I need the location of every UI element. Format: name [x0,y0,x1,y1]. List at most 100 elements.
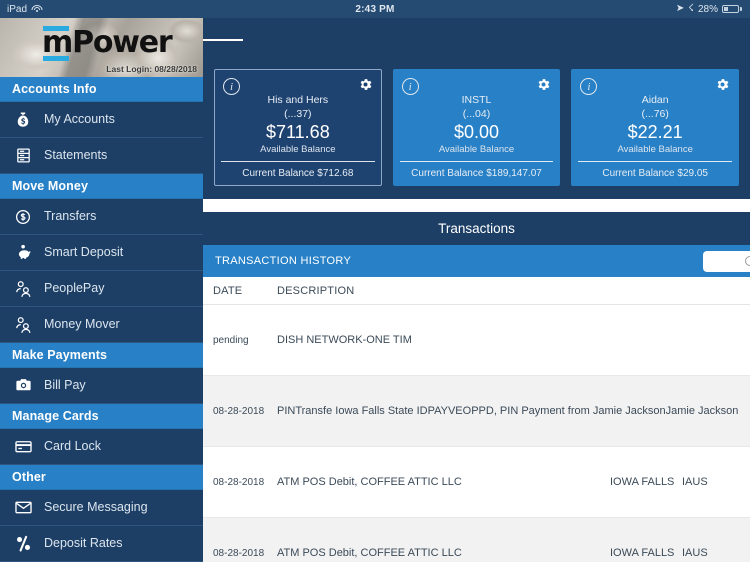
dollar-circle-arrows-icon [12,206,34,228]
account-card-instl[interactable]: i INSTL (...04) $0.00 Available Balance … [392,69,561,186]
sidebar-item-secure-messaging[interactable]: Secure Messaging [0,490,203,526]
sidebar-section-other: Other [0,465,203,490]
transaction-city: IOWA FALLS [610,476,675,488]
battery-percent-label: 28% [697,3,718,15]
account-mask: (...37) [284,108,312,120]
transaction-date: pending [213,334,249,346]
search-icon [744,256,750,267]
brand-header: m Power Last Login: 08/28/2018 [0,18,203,77]
app-root: iPad 2:43 PM ➤ ☇ 28% m Power Last Login: … [0,0,750,562]
device-label: iPad [7,3,28,15]
sidebar-item-deposit-rates[interactable]: Deposit Rates [0,526,203,562]
table-row[interactable]: 08-28-2018 PINTransfe Iowa Falls State I… [203,376,750,447]
logo-m-mark: m [42,26,73,61]
gear-icon[interactable] [358,77,373,97]
wifi-icon [31,4,43,14]
app-top-bar [203,18,750,61]
last-login-text: Last Login: 08/28/2018 [106,64,197,74]
gear-icon[interactable] [715,77,730,97]
battery-icon [722,5,742,13]
envelope-icon [12,497,34,519]
table-row[interactable]: 08-28-2018 ATM POS Debit, COFFEE ATTIC L… [203,518,750,562]
card-divider [399,161,554,162]
statement-document-icon [12,145,34,167]
two-people-icon [12,314,34,336]
card-divider [578,161,733,162]
bluetooth-icon: ☇ [688,3,694,14]
available-amount: $22.21 [627,122,683,142]
sidebar-item-label: Deposit Rates [44,536,123,551]
transaction-cells: PINTransfe Iowa Falls State IDPAYVEOPPD,… [277,405,750,417]
account-name: Aidan [641,94,669,106]
available-balance-label: Available Balance [617,144,693,155]
sidebar-item-label: Bill Pay [44,378,86,393]
logo-suffix: Power [72,25,173,60]
transaction-date: 08-28-2018 [213,405,265,417]
transaction-date: 08-28-2018 [213,547,265,559]
main-content: i His and Hers (...37) $711.68 Available… [203,18,750,562]
sidebar-item-label: My Accounts [44,112,115,127]
sidebar-item-money-mover[interactable]: Money Mover [0,307,203,343]
piggy-bank-icon [12,242,34,264]
current-balance-text: Current Balance $29.05 [602,168,708,179]
sidebar: m Power Last Login: 08/28/2018 Accounts I… [0,18,203,562]
status-bar-right: ➤ ☇ 28% [550,4,750,15]
transaction-description: ATM POS Debit, COFFEE ATTIC LLC [277,547,462,559]
transaction-state: IAUS [682,476,708,488]
transaction-city: IOWA FALLS [610,547,675,559]
sidebar-item-smart-deposit[interactable]: Smart Deposit [0,235,203,271]
available-balance-label: Available Balance [438,144,515,155]
sidebar-item-statements[interactable]: Statements [0,138,203,174]
transaction-cells: ATM POS Debit, COFFEE ATTIC LLC IOWA FAL… [277,547,750,559]
percent-icon [12,533,34,555]
credit-card-icon [12,436,34,458]
transactions-table-header: DATE DESCRIPTION [203,277,750,305]
info-icon[interactable]: i [401,78,419,95]
sidebar-item-label: Card Lock [44,439,101,454]
sidebar-item-label: PeoplePay [44,281,105,296]
transaction-description: DISH NETWORK-ONE TIM [277,334,412,346]
sidebar-item-bill-pay[interactable]: Bill Pay [0,368,203,404]
account-card-his-and-hers[interactable]: i His and Hers (...37) $711.68 Available… [214,69,382,186]
account-card-top: i [401,77,552,97]
logo-accent-bar-top [43,26,69,31]
info-icon[interactable]: i [223,78,240,95]
status-bar-left: iPad [0,4,200,15]
transaction-description: PINTransfe Iowa Falls State IDPAYVEOPPD,… [277,405,739,417]
hamburger-menu-icon[interactable] [203,18,243,61]
table-row[interactable]: 08-28-2018 ATM POS Debit, COFFEE ATTIC L… [203,447,750,518]
card-divider [221,161,375,162]
account-name: INSTL [461,94,492,106]
sidebar-item-label: Secure Messaging [44,500,148,515]
sidebar-item-card-lock[interactable]: Card Lock [0,429,203,465]
transaction-date: 08-28-2018 [213,476,265,488]
sidebar-item-transfers[interactable]: Transfers [0,199,203,235]
gear-icon[interactable] [536,77,551,97]
sidebar-item-my-accounts[interactable]: My Accounts [0,102,203,138]
sidebar-section-accounts-info: Accounts Info [0,77,203,102]
status-bar-clock: 2:43 PM [355,3,395,15]
ios-status-bar: iPad 2:43 PM ➤ ☇ 28% [0,0,750,18]
info-icon[interactable]: i [580,78,598,95]
camera-icon [12,375,34,397]
available-amount: $0.00 [453,122,500,142]
account-mask: (...76) [641,108,669,120]
table-row[interactable]: pending DISH NETWORK-ONE TIM [203,305,750,376]
sidebar-item-label: Money Mover [44,317,120,332]
account-card-top: i [580,77,730,97]
transaction-history-bar: TRANSACTION HISTORY [203,245,750,277]
sidebar-item-label: Transfers [44,209,97,224]
transaction-history-label: TRANSACTION HISTORY [215,255,352,267]
column-header-description: DESCRIPTION [277,284,355,297]
location-arrow-icon: ➤ [675,3,685,14]
transaction-cells: ATM POS Debit, COFFEE ATTIC LLC IOWA FAL… [277,476,750,488]
sidebar-item-label: Statements [44,148,108,163]
search-input[interactable] [703,251,750,272]
logo-text: m Power [40,25,174,61]
current-balance-text: Current Balance $189,147.07 [411,168,542,179]
logo-accent-bar-bottom [43,56,69,61]
transaction-description: ATM POS Debit, COFFEE ATTIC LLC [277,476,462,488]
sidebar-item-peoplepay[interactable]: PeoplePay [0,271,203,307]
account-card-aidan[interactable]: i Aidan (...76) $22.21 Available Balance… [571,69,740,186]
sidebar-section-move-money: Move Money [0,174,203,199]
